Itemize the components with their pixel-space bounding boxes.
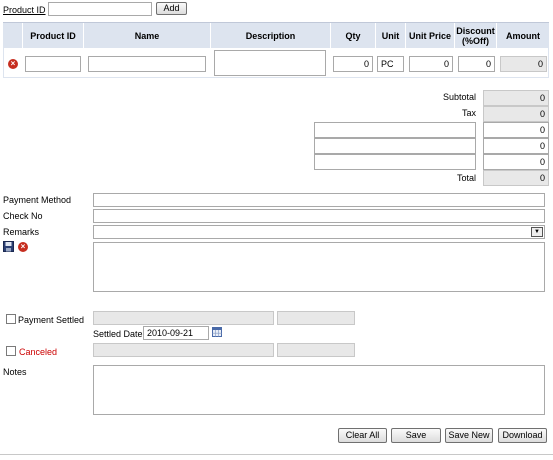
save-icon[interactable] bbox=[3, 241, 14, 252]
download-button[interactable]: Download bbox=[498, 428, 547, 443]
row-name-input[interactable] bbox=[88, 56, 206, 72]
subtotal-field bbox=[483, 90, 549, 106]
row-description-input[interactable] bbox=[214, 50, 326, 76]
notes-textarea[interactable] bbox=[93, 365, 545, 415]
row-amount-field bbox=[500, 56, 547, 72]
row-discount-input[interactable] bbox=[458, 56, 495, 72]
add-button[interactable]: Add bbox=[156, 2, 187, 15]
remarks-textarea[interactable] bbox=[93, 242, 545, 292]
payment-method-label: Payment Method bbox=[3, 195, 72, 205]
row-qty-input[interactable] bbox=[333, 56, 373, 72]
remarks-select[interactable]: ▼ bbox=[93, 225, 545, 239]
header-blank bbox=[3, 23, 23, 48]
payment-settled-label: Payment Settled bbox=[18, 315, 85, 325]
canceled-label: Canceled bbox=[19, 347, 58, 357]
header-name: Name bbox=[84, 23, 211, 48]
check-no-input[interactable] bbox=[93, 209, 545, 223]
header-unit: Unit bbox=[376, 23, 406, 48]
tax-field bbox=[483, 106, 549, 122]
extra-charge-value-input[interactable] bbox=[483, 122, 549, 138]
tax-label: Tax bbox=[461, 108, 476, 118]
header-product-id: Product ID bbox=[23, 23, 84, 48]
header-discount: Discount (%Off) bbox=[455, 23, 497, 48]
canceled-field-2 bbox=[277, 343, 355, 357]
extra-charge-value-input[interactable] bbox=[483, 154, 549, 170]
bottom-divider bbox=[0, 454, 553, 455]
delete-row-icon[interactable]: × bbox=[8, 59, 18, 69]
save-new-button[interactable]: Save New bbox=[445, 428, 493, 443]
check-no-label: Check No bbox=[3, 211, 43, 221]
calendar-icon[interactable] bbox=[212, 327, 222, 337]
payment-method-input[interactable] bbox=[93, 193, 545, 207]
payment-settled-field bbox=[93, 311, 274, 325]
row-unit-input[interactable] bbox=[377, 56, 404, 72]
save-button[interactable]: Save bbox=[391, 428, 441, 443]
extra-charge-name-input[interactable] bbox=[314, 138, 476, 154]
total-label: Total bbox=[456, 173, 476, 183]
payment-settled-field-2 bbox=[277, 311, 355, 325]
settled-date-label: Settled Date: bbox=[93, 329, 146, 339]
payment-settled-checkbox[interactable] bbox=[6, 314, 16, 324]
header-unit-price: Unit Price bbox=[406, 23, 455, 48]
header-description: Description bbox=[211, 23, 331, 48]
product-id-input[interactable] bbox=[48, 2, 152, 16]
row-product-id-input[interactable] bbox=[25, 56, 81, 72]
chevron-down-icon[interactable]: ▼ bbox=[531, 227, 543, 237]
delete-icon[interactable]: × bbox=[18, 242, 28, 252]
header-qty: Qty bbox=[331, 23, 376, 48]
total-field bbox=[483, 170, 549, 186]
header-amount: Amount bbox=[497, 23, 549, 48]
clear-all-button[interactable]: Clear All bbox=[338, 428, 387, 443]
notes-label: Notes bbox=[3, 367, 27, 377]
product-id-label: Product ID bbox=[3, 5, 46, 15]
canceled-checkbox[interactable] bbox=[6, 346, 16, 356]
settled-date-input[interactable] bbox=[143, 326, 209, 340]
remarks-label: Remarks bbox=[3, 227, 40, 237]
canceled-field bbox=[93, 343, 274, 357]
subtotal-label: Subtotal bbox=[442, 92, 476, 102]
extra-charge-name-input[interactable] bbox=[314, 122, 476, 138]
row-unit-price-input[interactable] bbox=[409, 56, 453, 72]
extra-charge-name-input[interactable] bbox=[314, 154, 476, 170]
extra-charge-value-input[interactable] bbox=[483, 138, 549, 154]
